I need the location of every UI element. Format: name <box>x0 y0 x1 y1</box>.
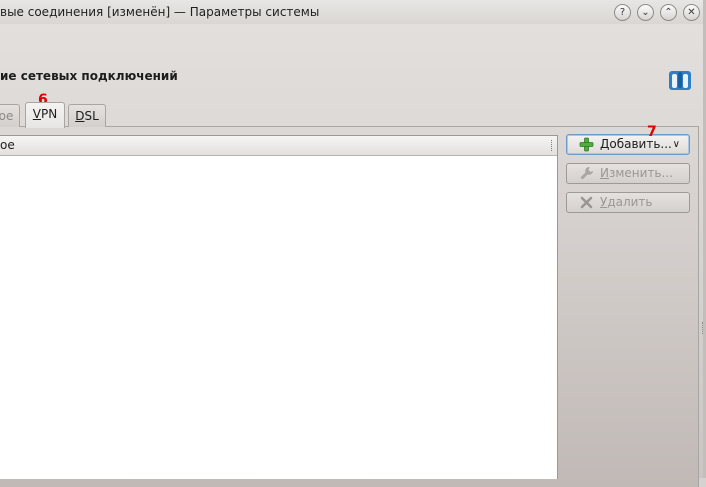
close-button[interactable]: ✕ <box>683 4 700 21</box>
delete-connection-button[interactable]: Удалить <box>566 192 690 213</box>
edit-button-label: Изменить... <box>600 166 673 180</box>
help-button[interactable]: ? <box>614 4 631 21</box>
tab-previous[interactable]: ое <box>0 104 20 127</box>
chevron-down-icon: ∨ <box>672 139 680 150</box>
list-column-header[interactable]: ое <box>0 136 557 156</box>
tab-vpn-accesskey: V <box>32 107 41 121</box>
tab-vpn[interactable]: VPN <box>25 102 65 128</box>
wrench-icon <box>580 167 593 180</box>
edit-connection-button[interactable]: Изменить... <box>566 163 690 184</box>
annotation-marker-7: 7 <box>647 124 657 140</box>
window-title: вые соединения [изменён] — Параметры сис… <box>0 5 320 19</box>
delete-button-label: Удалить <box>600 195 653 209</box>
resize-grip[interactable] <box>702 322 706 334</box>
column-resize-grip[interactable] <box>551 140 554 151</box>
add-button-label: Добавить... <box>600 137 672 151</box>
window-titlebar[interactable]: вые соединения [изменён] — Параметры сис… <box>0 0 706 24</box>
x-icon <box>580 196 593 209</box>
add-connection-button[interactable]: Добавить... ∨ <box>566 134 690 155</box>
network-logo-icon <box>669 71 691 90</box>
maximize-button[interactable]: ⌃ <box>660 4 677 21</box>
plus-icon <box>579 137 594 152</box>
tab-vpn-label: PN <box>41 107 58 121</box>
connections-list[interactable]: ое <box>0 135 558 479</box>
list-column-header-label: ое <box>0 138 15 152</box>
page-title: ие сетевых подключений <box>0 69 178 83</box>
tab-dsl-label: SL <box>84 109 99 123</box>
minimize-button[interactable]: ⌄ <box>637 4 654 21</box>
tab-previous-label: ое <box>0 109 14 123</box>
tab-dsl[interactable]: DSL <box>68 104 106 127</box>
